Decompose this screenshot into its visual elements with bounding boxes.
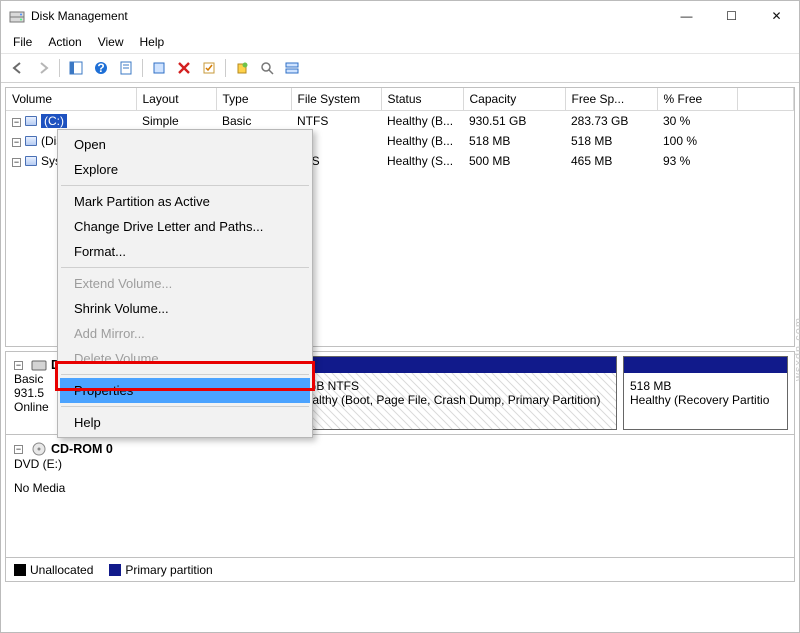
properties-sheet-icon[interactable] — [115, 57, 137, 79]
cell-capacity: 500 MB — [463, 151, 565, 171]
refresh-icon[interactable] — [148, 57, 170, 79]
cell-free: 465 MB — [565, 151, 657, 171]
titlebar: Disk Management — ☐ ✕ — [1, 1, 799, 31]
menu-item-open[interactable]: Open — [60, 132, 310, 157]
cdrom-row: − CD-ROM 0 DVD (E:) No Media — [6, 435, 794, 501]
minimize-button[interactable]: — — [664, 1, 709, 31]
search-icon[interactable] — [256, 57, 278, 79]
checklist-icon[interactable] — [198, 57, 220, 79]
cell-layout: Simple — [136, 111, 216, 131]
toolbar-sep — [142, 59, 143, 77]
col-pctfree[interactable]: % Free — [657, 88, 737, 111]
cell-capacity: 930.51 GB — [463, 111, 565, 131]
cell-type: Basic — [216, 111, 291, 131]
cell-fs: NTFS — [291, 111, 381, 131]
menu-item-shrink-volume[interactable]: Shrink Volume... — [60, 296, 310, 321]
menu-separator — [61, 374, 309, 375]
partition-line1: 1 GB NTFS — [297, 379, 610, 393]
delete-icon[interactable] — [173, 57, 195, 79]
partition-color-cap — [624, 357, 787, 373]
forward-arrow-icon[interactable] — [32, 57, 54, 79]
legend-unallocated: Unallocated — [14, 563, 93, 577]
drive-icon — [25, 136, 37, 146]
menu-item-extend-volume: Extend Volume... — [60, 271, 310, 296]
drive-icon — [25, 156, 37, 166]
maximize-button[interactable]: ☐ — [709, 1, 754, 31]
show-hide-tree-icon[interactable] — [65, 57, 87, 79]
menu-item-mark-partition-as-active[interactable]: Mark Partition as Active — [60, 189, 310, 214]
expander-icon[interactable]: − — [12, 158, 21, 167]
cell-status: Healthy (B... — [381, 111, 463, 131]
close-button[interactable]: ✕ — [754, 1, 799, 31]
menu-item-change-drive-letter-and-paths[interactable]: Change Drive Letter and Paths... — [60, 214, 310, 239]
col-freespace[interactable]: Free Sp... — [565, 88, 657, 111]
unallocated-swatch-icon — [14, 564, 26, 576]
col-status[interactable]: Status — [381, 88, 463, 111]
toolbar-sep — [225, 59, 226, 77]
cell-capacity: 518 MB — [463, 131, 565, 151]
col-layout[interactable]: Layout — [136, 88, 216, 111]
toolbar-sep — [59, 59, 60, 77]
cell-status: Healthy (S... — [381, 151, 463, 171]
menu-item-delete-volume: Delete Volume... — [60, 346, 310, 371]
cdrom-header[interactable]: − CD-ROM 0 DVD (E:) No Media — [6, 435, 794, 501]
cdrom-sub: DVD (E:) — [14, 457, 786, 471]
disk-management-app-icon — [9, 8, 25, 24]
new-icon[interactable] — [231, 57, 253, 79]
help-icon[interactable]: ? — [90, 57, 112, 79]
cell-pct: 93 % — [657, 151, 737, 171]
primary-swatch-icon — [109, 564, 121, 576]
menu-separator — [61, 185, 309, 186]
menu-separator — [61, 267, 309, 268]
menu-view[interactable]: View — [90, 32, 132, 52]
partition-line2: Healthy (Boot, Page File, Crash Dump, Pr… — [297, 393, 610, 407]
cell-status: Healthy (B... — [381, 131, 463, 151]
menu-action[interactable]: Action — [40, 32, 89, 52]
col-type[interactable]: Type — [216, 88, 291, 111]
toolbar: ? — [1, 53, 799, 83]
expander-icon[interactable]: − — [12, 118, 21, 127]
back-arrow-icon[interactable] — [7, 57, 29, 79]
volume-name: (C:) — [41, 114, 67, 128]
legend: Unallocated Primary partition — [6, 557, 794, 581]
cell-pct: 100 % — [657, 131, 737, 151]
col-volume[interactable]: Volume — [6, 88, 136, 111]
partition[interactable]: 518 MBHealthy (Recovery Partitio — [623, 356, 788, 430]
partition[interactable]: 1 GB NTFSHealthy (Boot, Page File, Crash… — [290, 356, 617, 430]
layout-icon[interactable] — [281, 57, 303, 79]
legend-primary: Primary partition — [109, 563, 212, 577]
svg-text:?: ? — [97, 61, 104, 75]
volume-context-menu: OpenExplore Mark Partition as ActiveChang… — [57, 129, 313, 438]
cdrom-icon — [31, 441, 47, 457]
expander-icon[interactable]: − — [12, 138, 21, 147]
attribution-watermark: wsxdn.com — [793, 317, 800, 381]
collapse-icon[interactable]: − — [14, 361, 23, 370]
cell-pct: 30 % — [657, 111, 737, 131]
cdrom-state: No Media — [14, 481, 786, 495]
cell-free: 283.73 GB — [565, 111, 657, 131]
menu-item-format[interactable]: Format... — [60, 239, 310, 264]
menu-item-properties[interactable]: Properties — [60, 378, 310, 403]
menu-item-explore[interactable]: Explore — [60, 157, 310, 182]
menu-help[interactable]: Help — [132, 32, 173, 52]
col-filesystem[interactable]: File System — [291, 88, 381, 111]
window-title: Disk Management — [31, 9, 664, 23]
menu-item-help[interactable]: Help — [60, 410, 310, 435]
col-capacity[interactable]: Capacity — [463, 88, 565, 111]
menu-file[interactable]: File — [5, 32, 40, 52]
table-row[interactable]: − (C:) Simple Basic NTFS Healthy (B... 93… — [6, 111, 794, 131]
partition-line1: 518 MB — [630, 379, 781, 393]
drive-icon — [25, 116, 37, 126]
collapse-icon[interactable]: − — [14, 445, 23, 454]
partition-line2: Healthy (Recovery Partitio — [630, 393, 781, 407]
col-blank — [737, 88, 794, 111]
menu-separator — [61, 406, 309, 407]
column-header-row: Volume Layout Type File System Status Ca… — [6, 88, 794, 111]
cdrom-title: CD-ROM 0 — [51, 442, 113, 456]
cell-free: 518 MB — [565, 131, 657, 151]
partition-color-cap — [291, 357, 616, 373]
menu-item-add-mirror: Add Mirror... — [60, 321, 310, 346]
menubar: File Action View Help — [1, 31, 799, 53]
disk-icon — [31, 358, 47, 372]
